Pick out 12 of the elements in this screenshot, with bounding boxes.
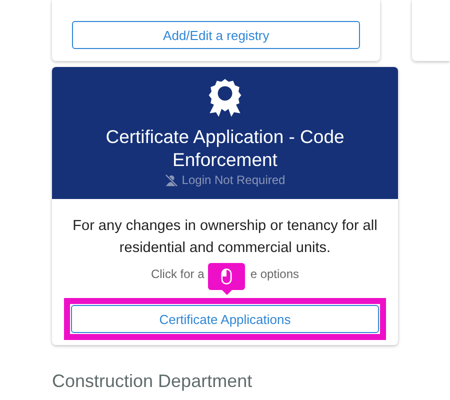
user-off-icon [164,174,178,186]
card-description: For any changes in ownership or tenancy for all residential and commercial units. [72,217,378,258]
card-background [412,0,450,61]
mouse-icon [221,268,232,285]
card-title: Certificate Application - Code Enforcement [104,125,346,171]
award-ribbon-icon [207,77,243,117]
hint-text: e options [250,267,300,281]
section-heading: Construction Department [52,371,254,392]
certificate-applications-button[interactable]: Certificate Applications [71,305,379,333]
hint-text: Click for a [150,267,204,281]
login-note: Login Not Required [182,173,286,187]
add-edit-registry-button[interactable]: Add/Edit a registry [72,21,360,49]
